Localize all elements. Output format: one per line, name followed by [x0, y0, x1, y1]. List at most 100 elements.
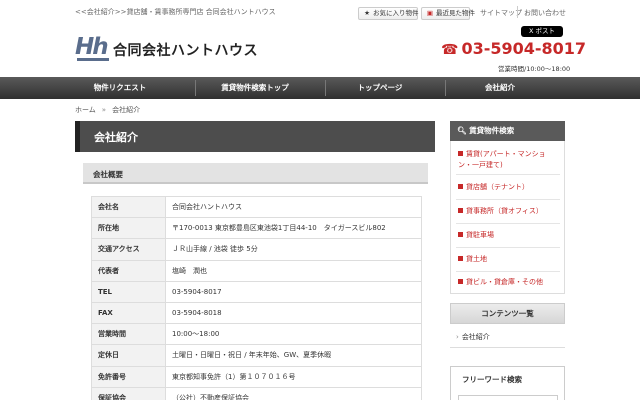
row-label: FAX [91, 301, 166, 325]
square-bullet-icon [458, 256, 463, 261]
table-row: 免許番号 東京都知事免許（1）第１０７０１６号 [91, 365, 422, 388]
divider [517, 6, 518, 18]
row-value: 〒170-0013 東京都豊島区東池袋1丁目44-10 タイガースビル802 [165, 217, 422, 240]
table-row: 定休日 土曜日・日曜日・祝日 / 年末年始、GW、夏季休暇 [91, 344, 422, 367]
logo-underline [77, 58, 109, 61]
row-value: 10:00～18:00 [165, 323, 422, 346]
recent-label: 最近見た物件 [436, 9, 475, 17]
row-value: 塩崎 潤也 [165, 259, 422, 282]
sidebar-item-residential[interactable]: 賃貸(アパート・マンション・一戸建て) [458, 149, 558, 171]
table-row: 保証協会 （公社）不動産保証協会 [91, 386, 422, 400]
breadcrumb-separator-icon: » [101, 106, 107, 114]
square-bullet-icon [458, 232, 463, 237]
nav-item-top-page[interactable]: トップページ [335, 77, 425, 99]
star-icon: ★ [364, 9, 370, 17]
row-value: 03-5904-8017 [165, 280, 422, 303]
history-icon: ▣ [426, 9, 434, 17]
section-heading-text: 会社概要 [93, 170, 123, 179]
divider [456, 174, 560, 175]
favorites-label: お気に入り物件 [373, 9, 419, 17]
row-label: 代表者 [91, 259, 166, 282]
table-row: 代表者 塩崎 潤也 [91, 259, 422, 282]
recent-viewed-button[interactable]: ▣ 最近見た物件 [421, 7, 475, 20]
sidebar-item-label: 貸店舗（テナント） [466, 183, 529, 191]
phone-icon: ☎ [441, 42, 459, 58]
row-label: 会社名 [91, 195, 166, 219]
square-bullet-icon [458, 279, 463, 284]
freeword-search-box: フリーワード検索 [450, 366, 565, 400]
sidebar-item-parking[interactable]: 貸駐車場 [458, 230, 494, 241]
logo[interactable]: Hh [75, 34, 109, 62]
divider [456, 247, 560, 248]
sidebar-item-label: 貸土地 [466, 255, 487, 263]
row-label: 交通アクセス [91, 238, 166, 261]
sidebar-search-title: 賃貸物件検索 [469, 126, 515, 135]
sidebar-search-list: 賃貸(アパート・マンション・一戸建て) 貸店舗（テナント） 貸事務所（貸オフィス… [450, 141, 565, 294]
table-row: TEL 03-5904-8017 [91, 280, 422, 303]
row-label: TEL [91, 280, 166, 303]
square-bullet-icon [458, 151, 463, 156]
row-label: 定休日 [91, 344, 166, 367]
row-value: 合同会社ハントハウス [165, 195, 422, 219]
table-row: 会社名 合同会社ハントハウス [91, 195, 422, 219]
row-value: 03-5904-8018 [165, 301, 422, 325]
phone-number[interactable]: ☎ 03-5904-8017 [441, 39, 586, 58]
sidebar-search-heading: 🔍︎ 賃貸物件検索 [450, 121, 565, 141]
company-info-table: 会社名 合同会社ハントハウス 所在地 〒170-0013 東京都豊島区東池袋1丁目4… [91, 195, 422, 400]
top-bar: <<会社紹介>>貸店舗・賃事務所専門店 合同会社ハントハウス ★ お気に入り物件 … [0, 0, 640, 26]
table-row: FAX 03-5904-8018 [91, 301, 422, 325]
contact-link[interactable]: お問い合わせ [524, 8, 566, 18]
logo-mark: Hh [75, 34, 109, 60]
sidebar-item-store[interactable]: 貸店舗（テナント） [458, 182, 529, 193]
sidebar-item-building-other[interactable]: 貸ビル・貸倉庫・その他 [458, 277, 543, 288]
phone-text: 03-5904-8017 [461, 39, 587, 58]
page-title: 会社紹介 [75, 121, 435, 152]
row-value: （公社）不動産保証協会 [165, 386, 422, 400]
row-label: 営業時間 [91, 323, 166, 346]
sitemap-link[interactable]: サイトマップ [480, 8, 522, 18]
chevron-right-icon: › [456, 333, 459, 341]
row-label: 保証協会 [91, 386, 166, 400]
main-nav: 物件リクエスト 賃貸物件検索トップ トップページ 会社紹介 [0, 77, 640, 99]
nav-divider [445, 80, 446, 96]
favorites-button[interactable]: ★ お気に入り物件 [358, 7, 419, 20]
sidebar-contents-label: 会社紹介 [461, 333, 490, 341]
search-icon: 🔍︎ [457, 126, 467, 135]
company-name[interactable]: 合同会社ハントハウス [113, 40, 258, 60]
row-value: 東京都知事免許（1）第１０７０１６号 [165, 365, 422, 388]
freeword-search-title: フリーワード検索 [462, 375, 522, 384]
row-label: 免許番号 [91, 365, 166, 388]
sidebar-contents-link[interactable]: › 会社紹介 [456, 332, 490, 342]
nav-item-company[interactable]: 会社紹介 [455, 77, 545, 99]
row-value: 土曜日・日曜日・祝日 / 年末年始、GW、夏季休暇 [165, 344, 422, 367]
table-row: 交通アクセス ＪＲ山手線 / 池袋 徒歩 5分 [91, 238, 422, 261]
breadcrumb-current: 会社紹介 [112, 106, 141, 114]
sidebar-contents-heading: コンテンツ一覧 [450, 303, 565, 324]
square-bullet-icon [458, 208, 463, 213]
freeword-search-input[interactable] [458, 395, 558, 400]
sidebar-item-label: 賃貸(アパート・マンション・一戸建て) [458, 150, 546, 169]
page-title-text: 会社紹介 [94, 131, 138, 144]
breadcrumb: ホーム » 会社紹介 [75, 105, 140, 115]
sidebar-item-office[interactable]: 貸事務所（貸オフィス） [458, 206, 543, 217]
divider [450, 347, 565, 348]
sidebar-item-label: 貸事務所（貸オフィス） [466, 207, 543, 215]
divider [456, 271, 560, 272]
table-row: 所在地 〒170-0013 東京都豊島区東池袋1丁目44-10 タイガースビル80… [91, 217, 422, 240]
nav-divider [325, 80, 326, 96]
sidebar-item-label: 貸ビル・貸倉庫・その他 [466, 278, 543, 286]
divider [456, 199, 560, 200]
sidebar-item-land[interactable]: 貸土地 [458, 254, 487, 265]
nav-item-search-top[interactable]: 賃貸物件検索トップ [205, 77, 305, 99]
x-post-button[interactable]: X ポスト [521, 26, 563, 37]
row-label: 所在地 [91, 217, 166, 240]
square-bullet-icon [458, 184, 463, 189]
nav-item-request[interactable]: 物件リクエスト [75, 77, 165, 99]
divider [456, 223, 560, 224]
section-heading: 会社概要 [83, 163, 428, 184]
breadcrumb-home[interactable]: ホーム [75, 106, 96, 114]
table-row: 営業時間 10:00～18:00 [91, 323, 422, 346]
sidebar-item-label: 貸駐車場 [466, 231, 494, 239]
site-tagline: <<会社紹介>>貸店舗・賃事務所専門店 合同会社ハントハウス [75, 8, 276, 16]
row-value: ＪＲ山手線 / 池袋 徒歩 5分 [165, 238, 422, 261]
